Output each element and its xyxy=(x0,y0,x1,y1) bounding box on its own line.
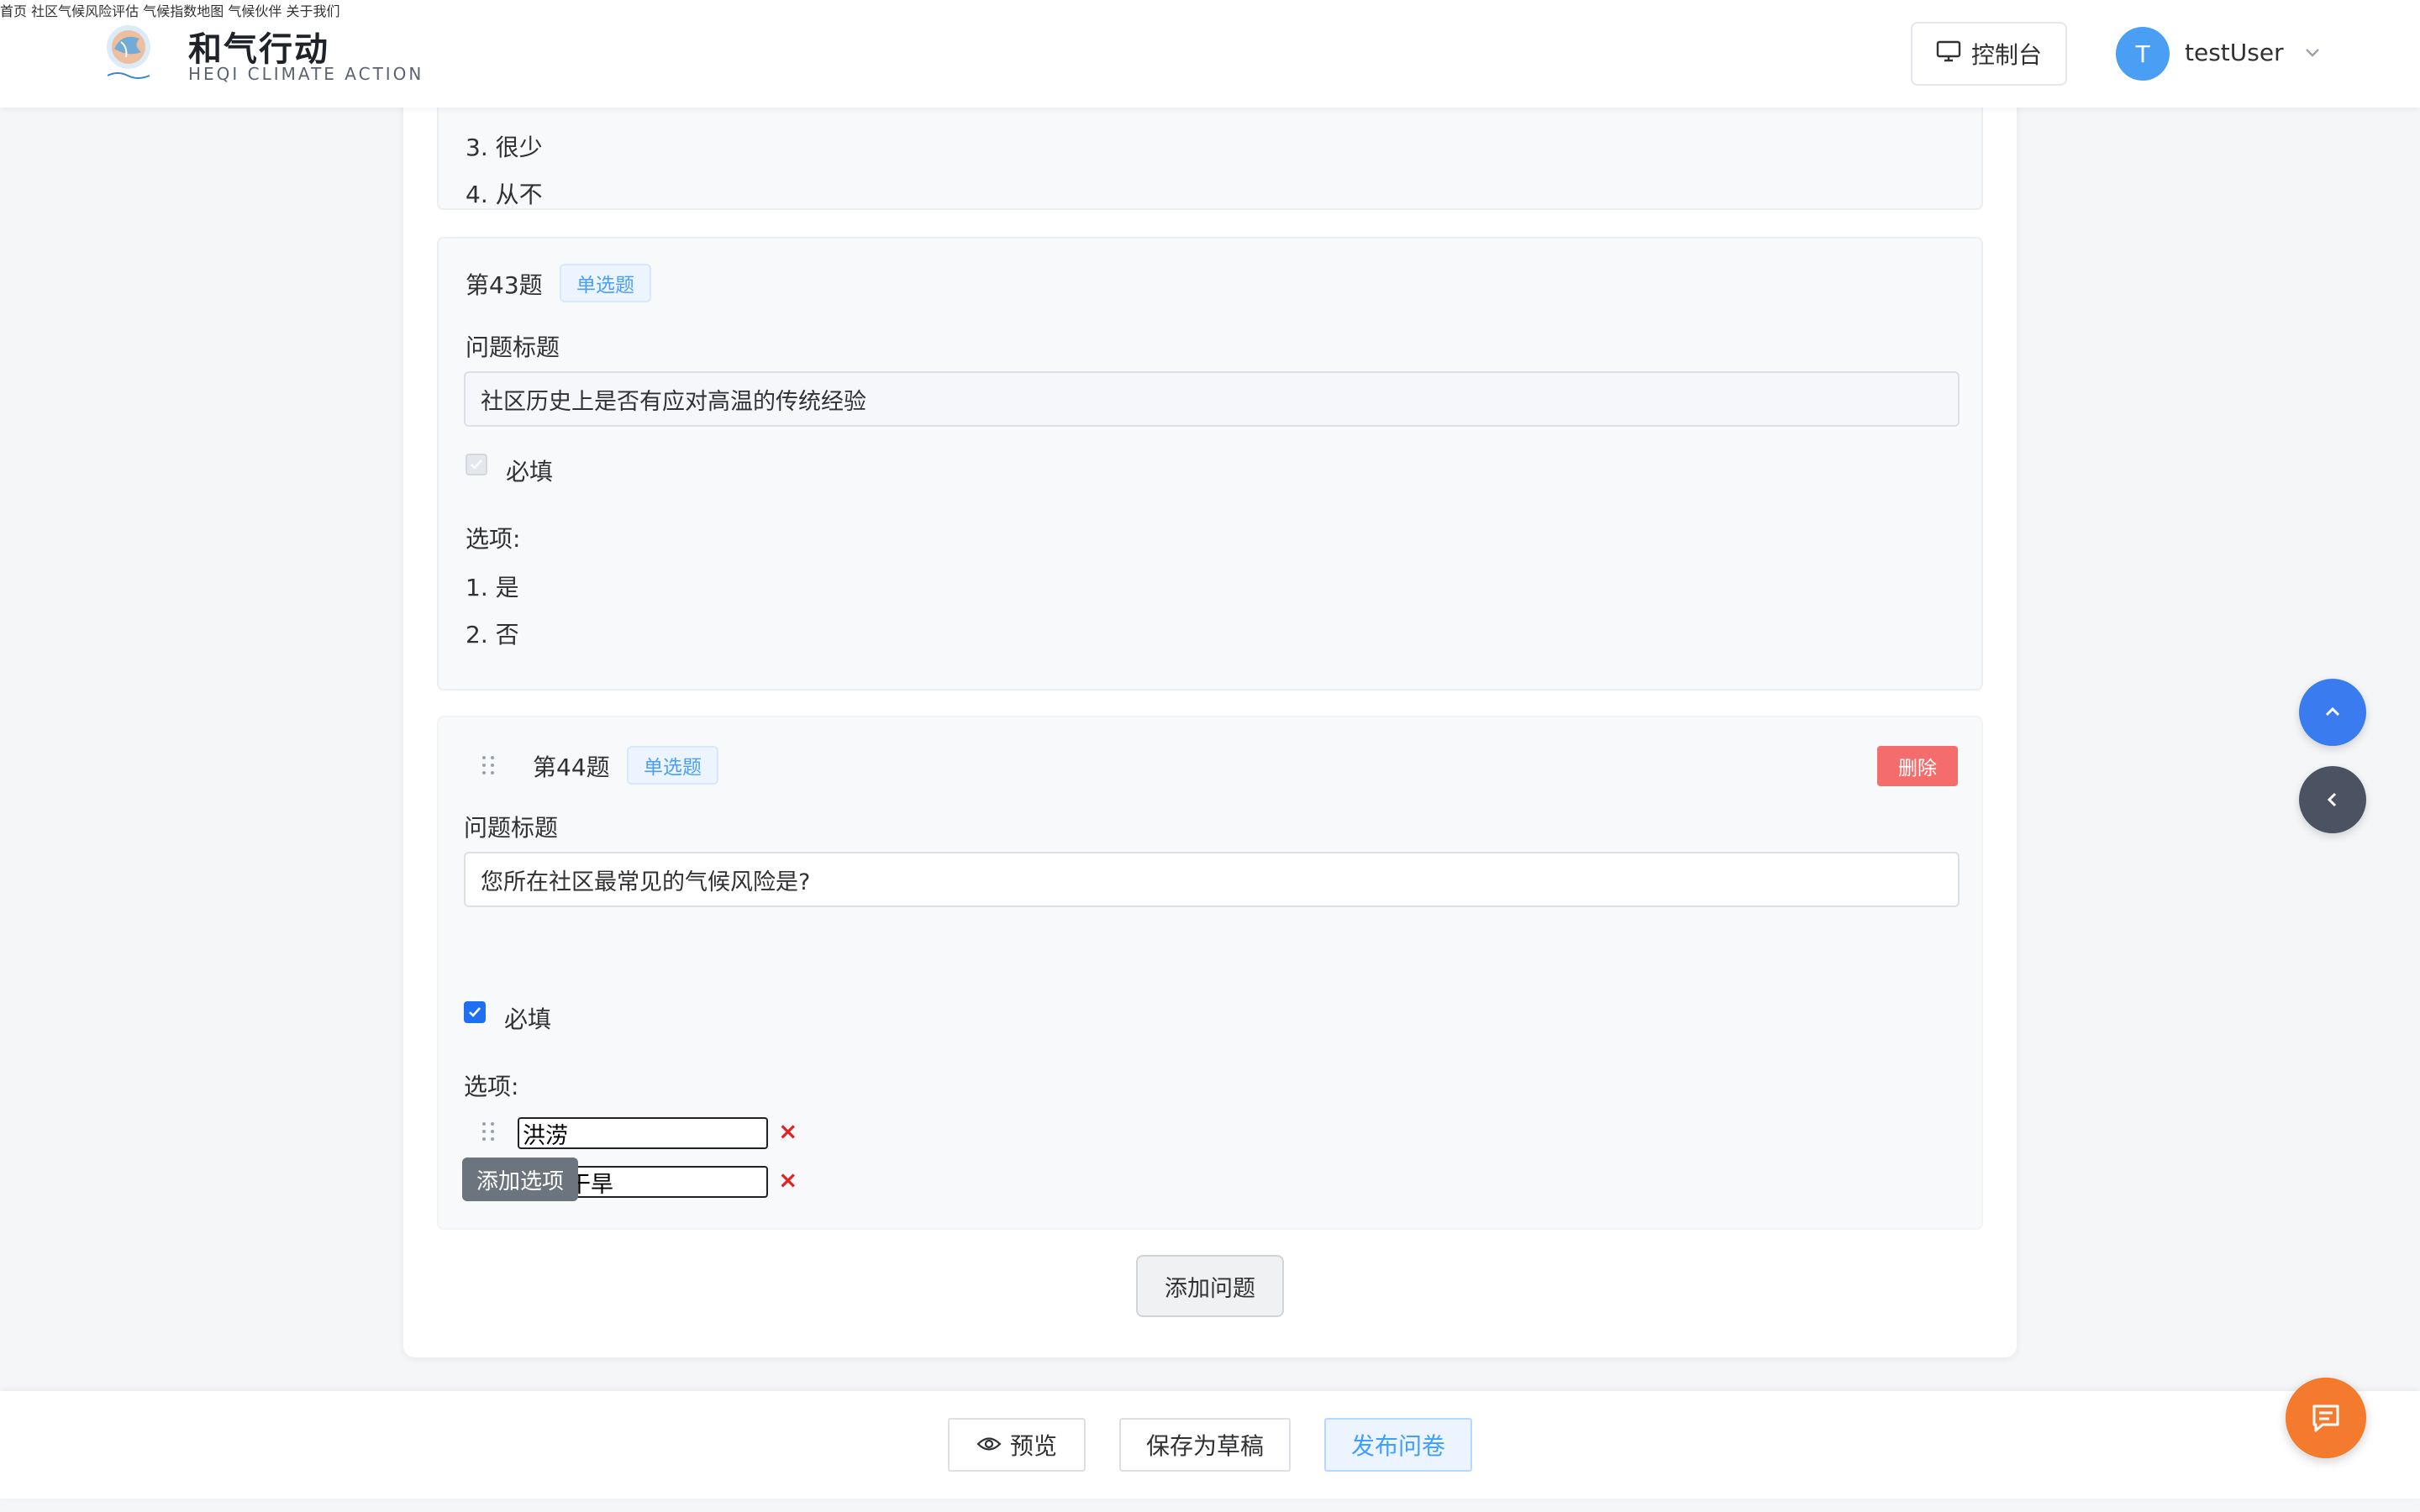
back-button[interactable] xyxy=(2299,766,2366,833)
question-card-44: 第44题 单选题 删除 问题标题 您所在社区最常见的气候风险是? 必填 选项: … xyxy=(437,716,1983,1230)
question-number: 第43题 xyxy=(466,271,543,299)
question-title-label: 问题标题 xyxy=(466,333,560,361)
questionnaire-editor-card: 3. 很少 4. 从不 第43题 单选题 问题标题 社区历史上是否有应对高温的传… xyxy=(403,50,2017,1357)
question-type-tag: 单选题 xyxy=(560,264,651,302)
required-label: 必填 xyxy=(506,458,554,486)
question-title-label: 问题标题 xyxy=(464,814,559,842)
required-label: 必填 xyxy=(504,1005,552,1033)
remove-option-icon[interactable]: × xyxy=(778,1166,797,1194)
logo[interactable] xyxy=(103,24,155,84)
options-label: 选项: xyxy=(464,1073,519,1100)
brand-subtitle: HEQI CLIMATE ACTION xyxy=(188,64,424,84)
chevron-up-icon xyxy=(2325,706,2340,717)
eye-icon xyxy=(976,1431,1002,1459)
bottom-action-bar: 预览 保存为草稿 发布问卷 xyxy=(0,1391,2420,1499)
option-text: 2. 否 xyxy=(466,621,519,648)
check-icon xyxy=(469,1007,481,1017)
publish-button[interactable]: 发布问卷 xyxy=(1324,1418,1472,1472)
scroll-top-button[interactable] xyxy=(2299,679,2366,746)
option-text: 1. 是 xyxy=(466,574,519,601)
check-icon xyxy=(471,459,482,470)
required-checkbox[interactable] xyxy=(466,454,487,475)
add-option-button[interactable]: 添加选项 xyxy=(462,1158,578,1201)
chat-button[interactable] xyxy=(2286,1378,2366,1458)
required-checkbox[interactable] xyxy=(464,1001,486,1023)
chevron-left-icon xyxy=(2327,792,2337,807)
drag-handle-icon[interactable] xyxy=(482,756,499,776)
monitor-icon xyxy=(1936,39,1961,69)
nav-item-climate-map[interactable]: 气候指数地图 xyxy=(143,3,224,19)
preview-button[interactable]: 预览 xyxy=(948,1418,1086,1472)
console-button[interactable]: 控制台 xyxy=(1911,22,2067,86)
nav-item-about[interactable]: 关于我们 xyxy=(286,3,339,19)
question-card-43: 第43题 单选题 问题标题 社区历史上是否有应对高温的传统经验 必填 选项: 1… xyxy=(437,237,1983,690)
top-navbar: 和气行动 HEQI CLIMATE ACTION 首页 社区气候风险评估 气候指… xyxy=(0,0,2420,108)
question-title-input[interactable]: 您所在社区最常见的气候风险是? xyxy=(464,852,1960,907)
avatar[interactable]: T xyxy=(2116,27,2170,81)
drag-handle-icon[interactable] xyxy=(482,1122,499,1142)
question-number: 第44题 xyxy=(533,753,610,781)
chevron-down-icon[interactable] xyxy=(2302,42,2323,66)
preview-label: 预览 xyxy=(1009,1432,1057,1460)
question-type-tag: 单选题 xyxy=(627,746,718,785)
username[interactable]: testUser xyxy=(2185,39,2284,66)
chat-icon xyxy=(2312,1404,2339,1432)
options-label: 选项: xyxy=(466,525,521,553)
nav-item-home[interactable]: 首页 xyxy=(0,3,27,19)
nav-item-partners[interactable]: 气候伙伴 xyxy=(228,3,281,19)
remove-option-icon[interactable]: × xyxy=(778,1117,797,1145)
console-label: 控制台 xyxy=(1970,41,2042,69)
question-title-input[interactable]: 社区历史上是否有应对高温的传统经验 xyxy=(464,371,1960,427)
option-text: 4. 从不 xyxy=(466,181,543,208)
option-text: 3. 很少 xyxy=(466,134,543,161)
save-draft-button[interactable]: 保存为草稿 xyxy=(1119,1418,1291,1472)
add-question-button[interactable]: 添加问题 xyxy=(1136,1255,1284,1317)
option-input[interactable]: 洪涝 xyxy=(518,1117,768,1149)
delete-question-button[interactable]: 删除 xyxy=(1877,746,1958,786)
nav-item-risk-assessment[interactable]: 社区气候风险评估 xyxy=(31,3,139,19)
